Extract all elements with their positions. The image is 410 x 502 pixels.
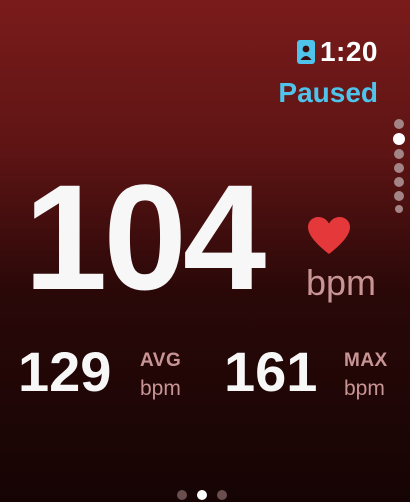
average-unit: bpm [140, 377, 181, 400]
scroll-dot [394, 191, 404, 201]
heart-rate-unit: bpm [306, 262, 377, 303]
page-dot[interactable] [217, 490, 227, 500]
page-indicator[interactable] [177, 490, 227, 500]
current-heart-rate: 104 [24, 153, 266, 321]
scroll-dot [395, 205, 403, 213]
scroll-dot [394, 119, 404, 129]
elapsed-time: 1:20 [319, 36, 378, 67]
status-bar: 1:20 [296, 36, 378, 68]
max-unit: bpm [344, 377, 385, 400]
page-dot-active[interactable] [197, 490, 207, 500]
page-dot[interactable] [177, 490, 187, 500]
max-value: 161 [224, 340, 318, 403]
workout-state: Paused [278, 77, 378, 108]
average-value: 129 [18, 340, 112, 403]
scroll-dot [394, 163, 404, 173]
heart-icon [308, 217, 350, 254]
scroll-indicator [393, 119, 405, 213]
scroll-dot [394, 149, 404, 159]
average-label: AVG [140, 350, 182, 371]
scroll-dot-active [393, 133, 405, 145]
workout-badge-icon [296, 40, 315, 64]
max-label: MAX [344, 350, 388, 371]
scroll-dot [394, 177, 404, 187]
